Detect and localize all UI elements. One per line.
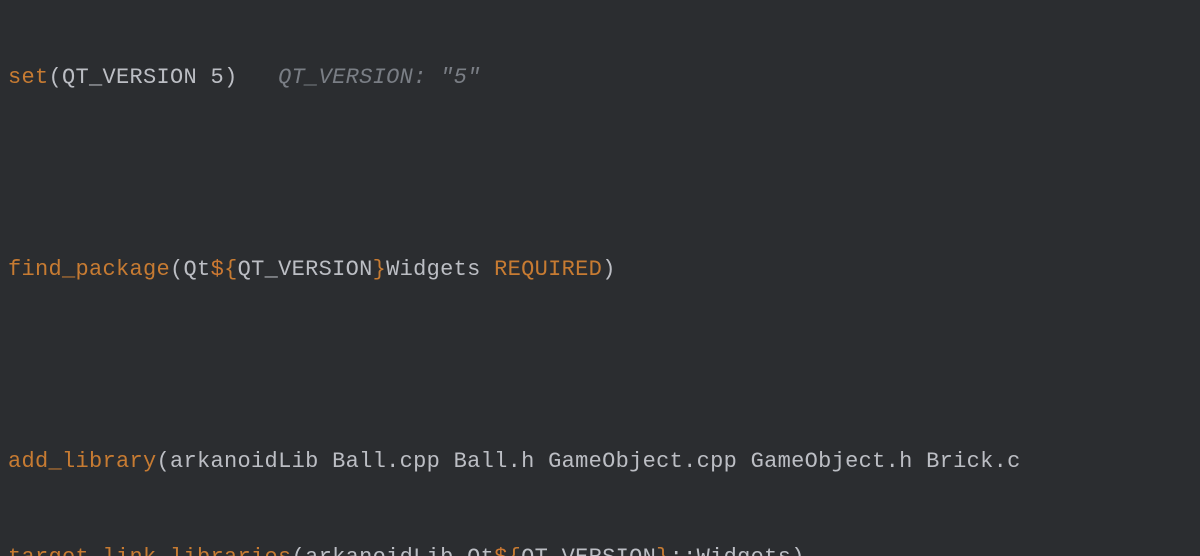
variable-ref: QT_VERSION xyxy=(238,257,373,282)
brace-open: { xyxy=(224,257,238,282)
code-line[interactable]: find_package(Qt${QT_VERSION}Widgets REQU… xyxy=(8,246,1200,294)
variable-ref: QT_VERSION xyxy=(521,545,656,556)
text: ::Widgets xyxy=(670,545,792,556)
cmake-args: arkanoidLib Ball.cpp Ball.h GameObject.c… xyxy=(170,449,1021,474)
code-line[interactable]: set(QT_VERSION 5) QT_VERSION: "5" xyxy=(8,54,1200,102)
code-line[interactable]: add_library(arkanoidLib Ball.cpp Ball.h … xyxy=(8,438,1200,486)
dollar: $ xyxy=(211,257,225,282)
text: Qt xyxy=(184,257,211,282)
keyword: REQUIRED xyxy=(494,257,602,282)
paren-open: ( xyxy=(157,449,171,474)
cmake-function: set xyxy=(8,65,49,90)
paren-open: ( xyxy=(170,257,184,282)
code-editor[interactable]: set(QT_VERSION 5) QT_VERSION: "5" find_p… xyxy=(0,0,1200,556)
cmake-function: target_link_libraries xyxy=(8,545,292,556)
paren-open: ( xyxy=(49,65,63,90)
code-line-blank[interactable] xyxy=(8,150,1200,198)
brace-close: } xyxy=(373,257,387,282)
paren-close: ) xyxy=(224,65,238,90)
paren-close: ) xyxy=(791,545,805,556)
brace-close: } xyxy=(656,545,670,556)
code-line-blank[interactable] xyxy=(8,342,1200,390)
inline-hint: QT_VERSION: "5" xyxy=(278,65,481,90)
cmake-function: add_library xyxy=(8,449,157,474)
paren-open: ( xyxy=(292,545,306,556)
dollar: $ xyxy=(494,545,508,556)
cmake-function: find_package xyxy=(8,257,170,282)
paren-close: ) xyxy=(602,257,616,282)
brace-open: { xyxy=(508,545,522,556)
text: arkanoidLib Qt xyxy=(305,545,494,556)
gap xyxy=(238,65,279,90)
text: Widgets xyxy=(386,257,494,282)
cmake-args: QT_VERSION 5 xyxy=(62,65,224,90)
code-line[interactable]: target_link_libraries(arkanoidLib Qt${QT… xyxy=(8,534,1200,556)
